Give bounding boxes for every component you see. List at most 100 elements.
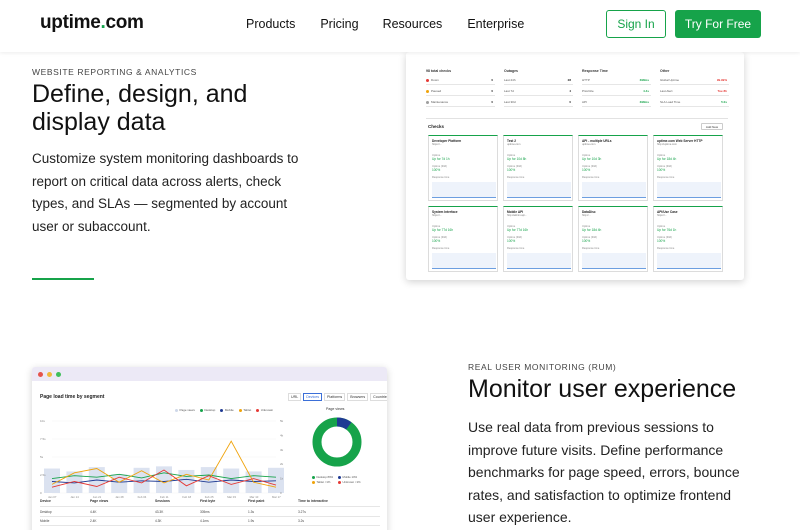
check-card-uptime: Up for 18d 4h <box>582 228 602 232</box>
donut-legend-label: Mobile 10% <box>342 475 358 479</box>
section2-para-line: improve future visits. Define performanc… <box>468 441 724 458</box>
check-card-label: Response time <box>582 176 600 179</box>
legend-swatch-icon <box>338 475 341 479</box>
table-divider <box>40 516 380 517</box>
table-cell: 305ms <box>200 510 210 514</box>
y2-tick-label: 5k <box>280 419 284 423</box>
kpi-row-value: Tue 8h <box>717 89 727 93</box>
kpi-row: Last 30d 0 <box>504 98 573 107</box>
sign-in-button[interactable]: Sign In <box>606 10 666 38</box>
check-card-uptime: Up for 77d 16h <box>507 228 529 232</box>
legend-swatch-icon <box>238 408 242 412</box>
legend-swatch-icon <box>175 408 178 412</box>
status-dot-icon <box>426 90 429 93</box>
kpi-block: 98 total checks Down 0 Paused 0 Maintenance 0 <box>426 66 495 112</box>
table-cell: 4.4K <box>90 510 97 514</box>
legend-swatch-icon <box>199 408 203 412</box>
chart-legend: Page views Desktop Mobile Tablet Unknown <box>175 408 273 412</box>
section1-title-line2: display data <box>32 108 166 136</box>
check-card-uptime-percent: 100% <box>432 168 441 172</box>
check-card-sparkline <box>582 182 646 198</box>
section2-para-line: rates, and satisfaction to optimize fron… <box>468 486 732 503</box>
check-card-sparkline <box>432 182 496 198</box>
check-card-uptime-percent: 100% <box>582 168 591 172</box>
add-new-button: Add New <box>701 123 723 130</box>
section2-para-line: user experience. <box>468 509 572 525</box>
tab-url: URL <box>288 393 302 401</box>
nav-link-pricing[interactable]: Pricing <box>320 17 358 31</box>
section2-para-line: Use real data from previous sessions to <box>468 419 714 435</box>
check-card-label: Response time <box>432 247 450 250</box>
kpi-row-value: 0 <box>491 89 493 93</box>
kpi-block: Response Time HTTP 398ms Prioritize 4.4s API 3… <box>582 66 651 112</box>
table-header-cell: Sessions <box>155 499 170 503</box>
check-card-uptime-percent: 100% <box>582 239 591 243</box>
check-card-label: Response time <box>657 176 675 179</box>
y-tick-label: 5s <box>40 455 44 459</box>
x-tick-label: Mar 17 <box>272 495 281 499</box>
y2-tick-label: 3k <box>280 448 284 452</box>
check-card-uptime: Up for 76d 1h <box>657 228 677 232</box>
kpi-row: API 398ms <box>582 98 651 107</box>
kpi-row-label: Last 24h <box>504 78 516 82</box>
check-card-uptime-percent: 100% <box>432 239 441 243</box>
status-dot-icon <box>426 79 429 82</box>
kpi-row-value: 398ms <box>639 100 649 104</box>
kpi-row: SLA Load Time 5.0s <box>660 98 729 107</box>
table-cell: 3.2s <box>298 519 305 523</box>
nav-link-resources[interactable]: Resources <box>383 17 443 31</box>
check-card-sparkline <box>432 253 496 269</box>
kpi-row-label: API <box>582 100 587 104</box>
check-card-url: http://admin.api... <box>507 214 527 217</box>
check-card: uptime.com Web Server HTTP http://uptime.… <box>653 135 723 201</box>
maximize-dot-icon <box>56 372 61 377</box>
section1-para-line: types, and SLAs — segmented by account <box>32 196 288 211</box>
check-card: DataDisc http://... Uptime Up for 18d 4h Upt… <box>578 206 648 272</box>
kpi-row-value: 0 <box>491 78 493 82</box>
check-card-label: Response time <box>507 247 525 250</box>
tab-countries: Countries <box>370 393 387 401</box>
check-card-sparkline <box>507 253 571 269</box>
check-card-uptime: Up for 10d 8h <box>507 157 527 161</box>
check-card-uptime-percent: 100% <box>657 168 666 172</box>
kpi-row: Last 24h 28 <box>504 76 573 85</box>
kpi-row-label: Last Alert <box>660 89 673 93</box>
kpi-row-value: 4.4s <box>643 89 649 93</box>
y2-tick-label: 2k <box>280 462 284 466</box>
check-card-uptime: Up for 10d 3h <box>582 157 602 161</box>
table-cell: 3.27s <box>298 510 306 514</box>
check-card-sparkline <box>507 182 571 198</box>
kpi-row-label: Paused <box>431 89 442 93</box>
section1-title-line1: Define, design, and <box>32 80 248 108</box>
legend-swatch-icon <box>312 480 315 484</box>
check-card: Mobile API http://admin.api... Uptime Up fo… <box>503 206 573 272</box>
kpi-row-value: 99.99% <box>716 78 727 82</box>
minimize-dot-icon <box>47 372 52 377</box>
y2-tick-label: 4k <box>280 433 284 437</box>
table-header-cell: First paint <box>248 499 265 503</box>
nav-link-enterprise[interactable]: Enterprise <box>467 17 524 31</box>
donut-legend-item: Tablet <1% <box>312 480 330 484</box>
table-cell: 1.3s <box>248 510 255 514</box>
nav-link-products[interactable]: Products <box>246 17 295 31</box>
kpi-row: Maintenance 0 <box>426 98 495 107</box>
tab-platforms: Platforms <box>324 393 346 401</box>
try-for-free-button[interactable]: Try For Free <box>675 10 761 38</box>
kpi-row-label: Last 7d <box>504 89 514 93</box>
x-tick-label: Feb 18 <box>182 495 191 499</box>
rum-tabs: URL Devices Platforms Browsers Countries <box>288 393 387 401</box>
kpi-row-label: Prioritize <box>582 89 594 93</box>
logo[interactable]: uptime.com <box>40 12 144 34</box>
kpi-row-value: 4 <box>569 89 571 93</box>
section2-para-line: benchmarks for page speed, errors, bounc… <box>468 464 740 480</box>
kpi-block: Other Global Uptime 99.99% Last Alert Tue 8h… <box>660 66 729 112</box>
check-card-label: Response time <box>582 247 600 250</box>
section1-para-line: report on critical data across alerts, c… <box>32 173 282 189</box>
kpi-title: 98 total checks <box>426 69 452 73</box>
kpi-title: Other <box>660 69 670 73</box>
y2-tick-label: 1k <box>280 477 284 481</box>
kpi-row-value: 28 <box>567 78 571 82</box>
check-card-url: http://uptime.com <box>657 143 677 146</box>
y-tick-label: 10s <box>40 419 45 423</box>
dashboard-screenshot: 98 total checks Down 0 Paused 0 Maintenance 0 O… <box>406 52 744 280</box>
